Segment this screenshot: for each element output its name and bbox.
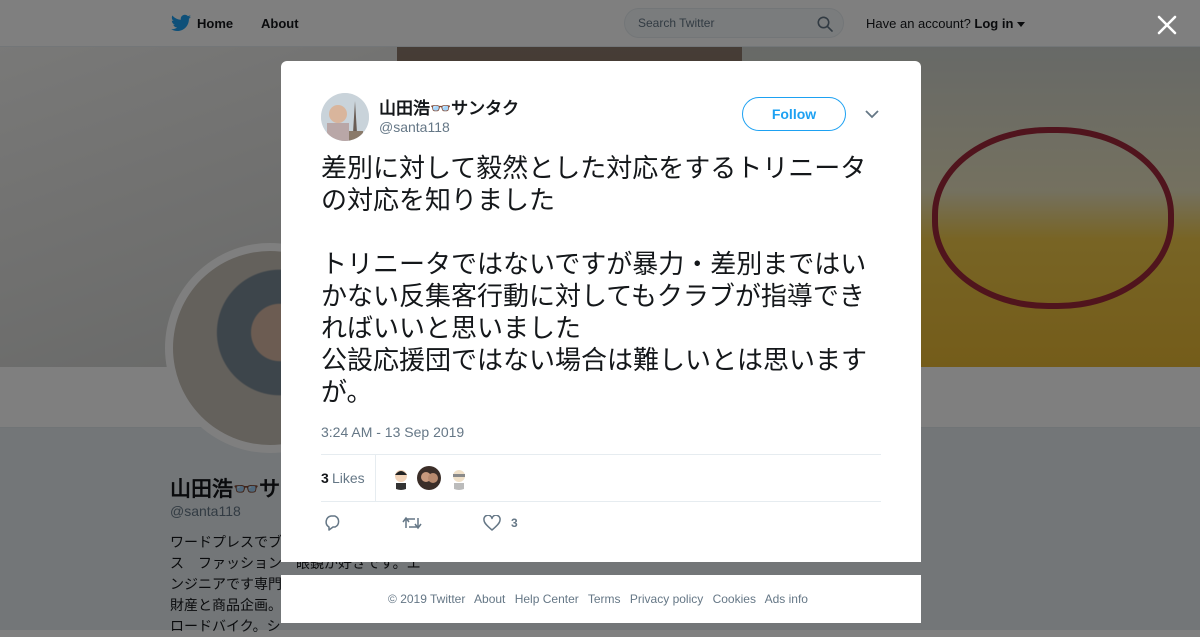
heart-icon[interactable] [483,515,501,531]
stats-divider [375,455,376,501]
likes-label[interactable]: Likes [332,470,365,486]
close-icon[interactable] [1155,13,1179,37]
footer-link-help-center[interactable]: Help Center [515,592,579,606]
chevron-down-icon[interactable] [865,109,879,119]
liker-avatar[interactable] [417,466,441,490]
footer-link-about[interactable]: About [474,592,505,606]
author-avatar[interactable] [321,93,369,141]
footer-links: © 2019 Twitter About Help Center Terms P… [281,592,921,606]
tweet-text: 差別に対して毅然とした対応をするトリニータの対応を知りました トリニータではない… [321,154,868,408]
liker-avatar[interactable] [389,466,413,490]
like-action-count: 3 [511,516,518,530]
author-name[interactable]: 山田浩👓サンタク [379,94,519,119]
reply-icon[interactable] [324,515,342,531]
tweet-permalink-modal: 山田浩👓サンタク @santa118 Follow 差別に対して毅然とした対応を… [281,61,921,562]
footer: © 2019 Twitter About Help Center Terms P… [281,575,921,623]
retweet-icon[interactable] [402,515,422,531]
tweet-timestamp[interactable]: 3:24 AM - 13 Sep 2019 [321,424,464,440]
footer-link-privacy[interactable]: Privacy policy [630,592,703,606]
author-handle[interactable]: @santa118 [379,119,450,135]
tweet-stats: 3 Likes [321,454,881,502]
footer-link-cookies[interactable]: Cookies [713,592,756,606]
liker-avatar[interactable] [447,466,471,490]
footer-link-terms[interactable]: Terms [588,592,621,606]
follow-button[interactable]: Follow [742,97,846,131]
footer-copyright: © 2019 Twitter [388,592,466,606]
likes-count[interactable]: 3 [321,470,329,486]
footer-link-ads-info[interactable]: Ads info [765,592,808,606]
